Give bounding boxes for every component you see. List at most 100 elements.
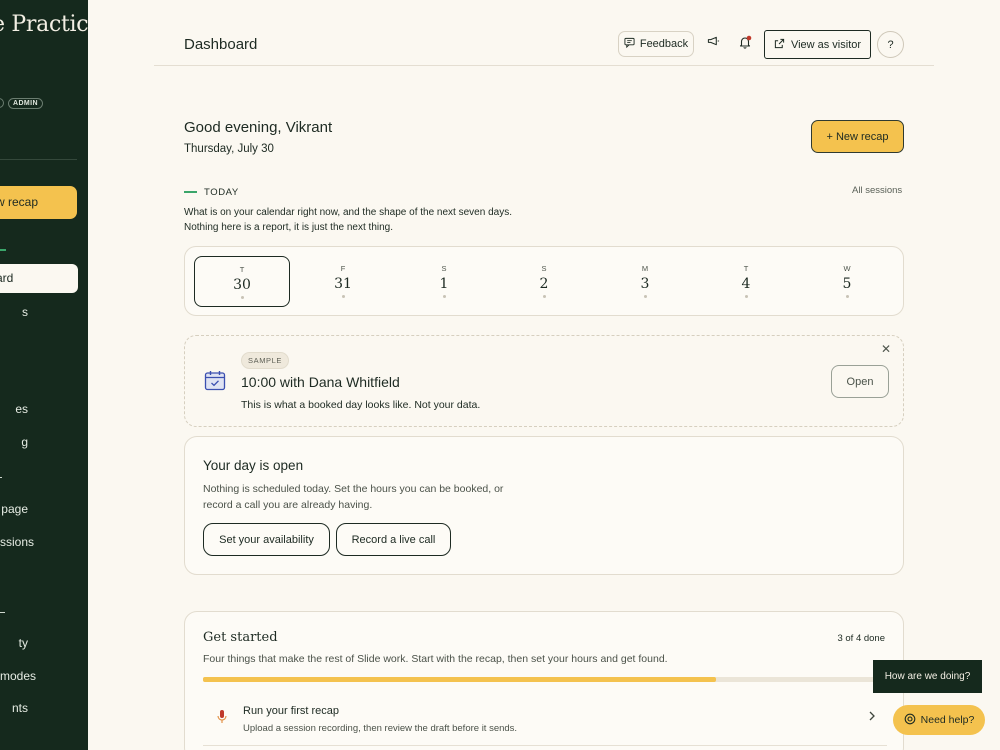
day-number: 5 [842,276,852,292]
greeting-heading: Good evening, Vikrant [184,119,333,136]
get-started-progress-bar [203,677,887,682]
sidebar-section-marker [0,249,6,251]
day-tile[interactable]: F 31 [295,256,391,307]
sample-session-title: 10:00 with Dana Whitfield [241,374,400,390]
day-indicator-dot [542,295,546,298]
get-started-description: Four things that make the rest of Slide … [203,653,668,665]
help-circle-icon [904,713,916,728]
day-weekday: M [641,264,649,273]
sidebar-item-2[interactable]: es [0,402,88,416]
need-help-button[interactable]: Need help? [893,705,985,735]
sidebar-item-6[interactable]: ty [0,636,88,650]
sidebar-item-label: modes [0,669,37,683]
sidebar-item-label: page [1,502,28,516]
sidebar-item-label: ty [18,636,28,650]
notifications-button[interactable] [733,32,757,56]
avatar [0,98,4,108]
day-weekday: T [743,264,749,273]
day-number: 1 [439,276,449,292]
feedback-label: Feedback [639,38,689,50]
day-indicator-dot [442,295,446,298]
close-icon[interactable]: ✕ [881,342,891,356]
sidebar-item-label: g [21,435,28,449]
day-open-description-line: record a call you are already having. [203,498,373,511]
progress-bar-fill [203,677,716,682]
section-marker [184,191,197,193]
sidebar-item-dashboard[interactable]: ard [0,264,78,293]
set-availability-button[interactable]: Set your availability [203,523,330,556]
sidebar-item-label: nts [11,701,28,715]
feedback-button[interactable]: Feedback [618,31,694,57]
day-number: 2 [539,276,549,292]
sidebar-item-8[interactable]: nts [0,701,88,715]
view-as-visitor-label: View as visitor [790,38,862,51]
current-date: Thursday, July 30 [184,143,274,155]
day-open-description: Nothing is scheduled today. Set the hour… [203,482,523,513]
new-recap-button[interactable]: + New recap [811,120,904,153]
day-tile[interactable]: W 5 [799,256,895,307]
sidebar-divider [0,477,2,478]
help-button[interactable]: ? [877,31,904,58]
day-weekday: F [340,264,346,273]
feedback-survey-prompt[interactable]: How are we doing? [873,660,982,693]
sample-session-description: This is what a booked day looks like. No… [241,399,481,411]
sidebar-item-5[interactable]: ssions [0,535,88,549]
sidebar-item-label: ssions [0,535,35,549]
page-title: Dashboard [184,36,258,53]
day-tile[interactable]: M 3 [597,256,693,307]
open-session-button[interactable]: Open [831,365,889,398]
brand-name: e Practice [0,12,88,37]
checklist-divider [203,745,887,746]
day-indicator-dot [643,295,647,298]
sidebar-item-label: s [22,305,28,319]
sidebar-item-4[interactable]: page [0,502,88,516]
day-open-title: Your day is open [203,458,304,473]
admin-badge: ADMIN [8,98,43,109]
sidebar-item-1[interactable]: s [0,305,88,319]
record-live-call-button[interactable]: Record a live call [336,523,451,556]
day-number: 3 [640,276,650,292]
get-started-progress-count: 3 of 4 done [837,633,885,644]
today-intro-line: What is on your calendar right now, and … [184,207,512,218]
announcements-button[interactable] [701,31,725,55]
view-as-visitor-button[interactable]: View as visitor [764,30,871,59]
all-sessions-link[interactable]: All sessions [852,185,902,196]
sidebar-divider [0,612,5,613]
day-tile-selected[interactable]: T 30 [194,256,290,307]
microphone-icon [217,709,227,730]
day-weekday: T [239,265,245,274]
day-weekday: S [441,264,447,273]
day-weekday: W [843,264,851,273]
checklist-item-title[interactable]: Run your first recap [243,705,339,717]
day-weekday: S [541,264,547,273]
sidebar-item-7[interactable]: modes [0,669,88,683]
today-heading: TODAY [204,187,239,198]
today-intro: What is on your calendar right now, and … [184,205,512,235]
sample-session-card: SAMPLE 10:00 with Dana Whitfield This is… [184,335,904,427]
today-intro-line: Nothing here is a report, it is just the… [184,222,393,233]
chevron-right-icon[interactable] [868,710,876,724]
megaphone-icon [707,34,720,52]
header-divider [154,65,934,66]
need-help-label: Need help? [920,714,975,726]
checklist-item-description: Upload a session recording, then review … [243,723,518,734]
day-indicator-dot [341,295,345,298]
day-number: 4 [741,276,751,292]
day-tile[interactable]: S 1 [396,256,492,307]
get-started-title: Get started [203,630,278,645]
day-number: 31 [334,276,352,292]
week-strip: T 30 F 31 S 1 S 2 M 3 T 4 W 5 [184,246,904,316]
get-started-card: Get started 3 of 4 done Four things that… [184,611,904,750]
day-tile[interactable]: S 2 [496,256,592,307]
day-indicator-dot [744,295,748,298]
day-tile[interactable]: T 4 [698,256,794,307]
message-icon [624,37,635,51]
day-open-card: Your day is open Nothing is scheduled to… [184,436,904,575]
day-indicator-dot [240,296,244,299]
bell-icon [738,35,752,54]
day-number: 30 [233,277,251,293]
external-link-icon [774,38,785,52]
sidebar-item-3[interactable]: g [0,435,88,449]
sidebar-item-label: es [15,402,28,416]
sidebar-new-recap-button[interactable]: w recap [0,186,77,219]
